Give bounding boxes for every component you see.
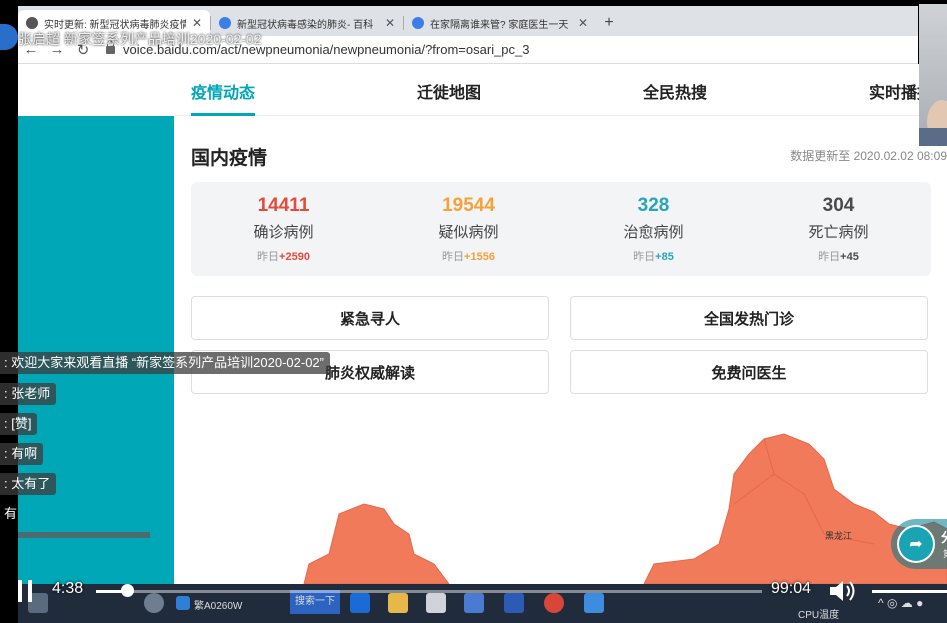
baidu-paw-icon (219, 17, 231, 29)
stat-delta: 昨日+1556 (376, 248, 561, 264)
stat-confirmed: 14411 确诊病例 昨日+2590 (191, 182, 376, 276)
progress-track[interactable] (96, 590, 762, 593)
stat-label: 疑似病例 (438, 224, 499, 241)
share-button[interactable]: ➦ 分 第 (891, 519, 947, 569)
nav-tabs: 疫情动态 迁徙地图 全民热搜 实时播报 (174, 64, 947, 116)
presenter-shirt (919, 128, 947, 146)
stat-label: 确诊病例 (253, 224, 314, 241)
stat-value: 19544 (442, 195, 495, 216)
progress-knob[interactable] (121, 584, 135, 597)
stream-title: 张启超 新家签系列产品培训2020-02-02 (18, 31, 262, 47)
yesterday-label: 昨日 (442, 251, 465, 263)
stat-cured: 328 治愈病例 昨日+85 (561, 182, 746, 276)
tab-migration-map[interactable]: 迁徙地图 (417, 79, 481, 103)
stat-value: 328 (637, 195, 670, 216)
stat-delta: 昨日+85 (561, 248, 746, 264)
live-badge-icon (0, 24, 18, 50)
baidu-paw-icon (412, 17, 424, 29)
chat-message: : 有啊 (0, 443, 44, 465)
yesterday-label: 昨日 (257, 251, 280, 263)
close-icon[interactable]: ✕ (192, 16, 202, 30)
delta-value: +45 (840, 251, 859, 263)
webpage: 疫情动态 迁徙地图 全民热搜 实时播报 国内疫情 数据更新至 2020.02.0… (18, 64, 947, 584)
yesterday-label: 昨日 (633, 251, 656, 263)
current-time: 4:38 (52, 580, 84, 597)
tab-epidemic-news[interactable]: 疫情动态 (191, 79, 256, 116)
pause-icon[interactable] (18, 580, 34, 602)
stat-suspected: 19544 疑似病例 昨日+1556 (376, 182, 561, 276)
close-icon[interactable]: ✕ (385, 16, 395, 30)
chat-message: 有 (4, 506, 18, 521)
urgent-search-button[interactable]: 紧急寻人 (191, 296, 549, 340)
duration: 99:04 (771, 580, 812, 597)
volume-slider[interactable] (872, 590, 947, 593)
webcam-overlay (919, 4, 947, 146)
stat-deaths: 304 死亡病例 昨日+45 (746, 182, 931, 276)
delta-value: +2590 (279, 251, 310, 263)
delta-value: +1556 (464, 251, 495, 263)
stat-label: 治愈病例 (623, 224, 684, 241)
delta-value: +85 (655, 251, 674, 263)
video-player-controls: 4:38 99:04 (0, 568, 947, 623)
map-label-heilongjiang: 黑龙江 (825, 530, 852, 542)
teal-sidebar (18, 116, 174, 584)
stat-delta: 昨日+2590 (191, 248, 376, 264)
section-title: 国内疫情 (191, 148, 268, 169)
volume-icon[interactable] (828, 578, 858, 604)
stat-label: 死亡病例 (808, 224, 869, 241)
share-sub: 第 (943, 547, 947, 560)
close-icon[interactable]: ✕ (578, 16, 588, 30)
stats-panel: 14411 确诊病例 昨日+2590 19544 疑似病例 昨日+1556 32… (191, 182, 931, 276)
tab-title: 在家隔离谁来管? 家庭医生一天 (430, 19, 569, 31)
stat-value: 304 (822, 195, 855, 216)
share-label: 分 (941, 527, 947, 546)
stat-delta: 昨日+45 (746, 248, 931, 264)
sidebar-strip (18, 532, 150, 538)
tab-hot-search[interactable]: 全民热搜 (643, 79, 707, 103)
globe-icon (26, 17, 38, 29)
free-doctor-button[interactable]: 免费问医生 (570, 350, 928, 394)
stat-value: 14411 (257, 195, 310, 216)
main-content: 疫情动态 迁徙地图 全民热搜 实时播报 国内疫情 数据更新至 2020.02.0… (174, 64, 947, 584)
yesterday-label: 昨日 (818, 251, 841, 263)
chat-message: : 张老师 (0, 383, 57, 405)
chat-message: : 欢迎大家来观看直播 “新家签系列产品培训2020-02-02” (0, 352, 330, 374)
browser-tab-2[interactable]: 在家隔离谁来管? 家庭医生一天 ✕ (404, 10, 596, 36)
chat-message: : [赞] (0, 413, 38, 435)
china-map[interactable]: 黑龙江 (174, 414, 947, 584)
chat-message: : 太有了 (0, 473, 57, 495)
share-icon: ➦ (897, 525, 935, 563)
left-panel (18, 64, 174, 584)
new-tab-button[interactable]: + (596, 10, 622, 36)
fever-clinic-button[interactable]: 全国发热门诊 (570, 296, 928, 340)
update-time: 数据更新至 2020.02.02 08:09 (790, 149, 947, 163)
